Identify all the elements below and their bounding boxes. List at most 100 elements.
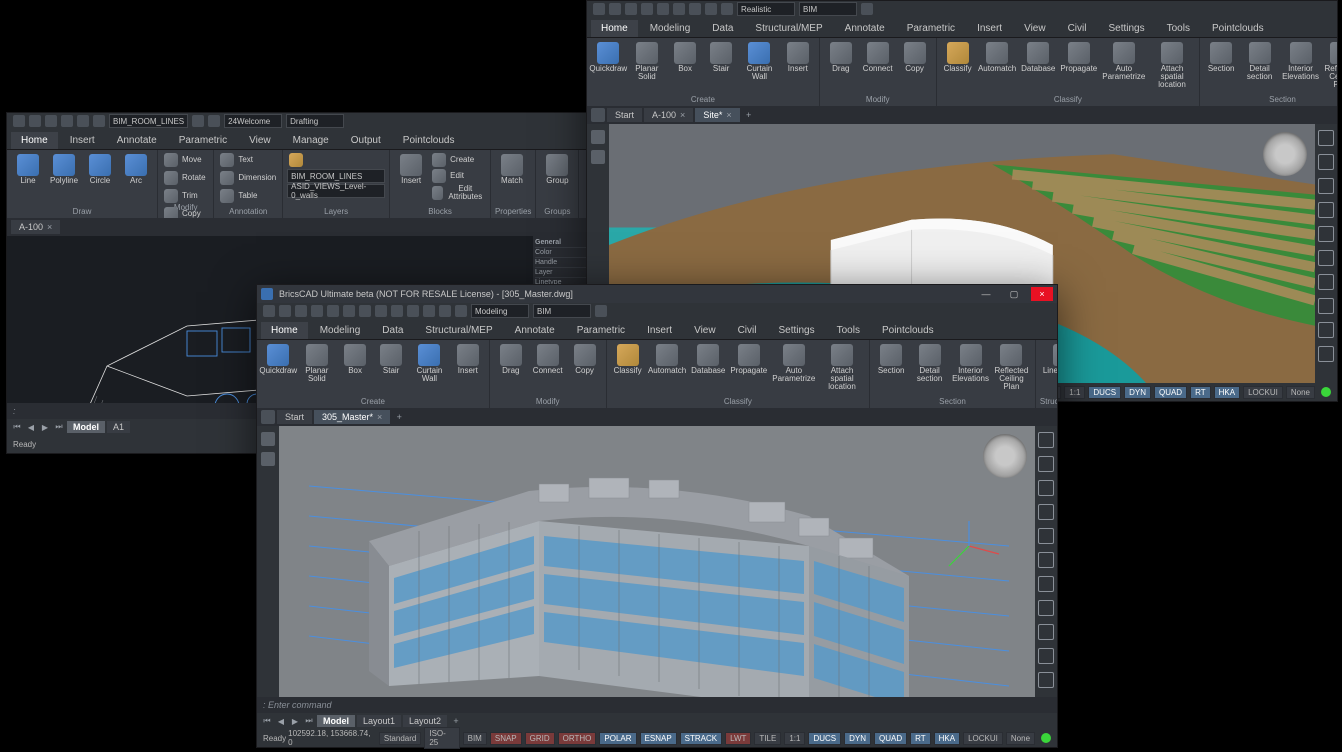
status-hka[interactable]: HKA	[1214, 386, 1240, 399]
qat-icon[interactable]	[375, 305, 387, 317]
status-ortho[interactable]: ORTHO	[558, 732, 597, 745]
command-line[interactable]: : Enter command	[257, 697, 1057, 713]
nav-next-icon[interactable]: ▶	[39, 421, 51, 433]
qat-app-combo[interactable]: 24Welcome	[224, 114, 282, 128]
tool-icon[interactable]	[1318, 346, 1334, 362]
qat-icon[interactable]	[93, 115, 105, 127]
status-grid[interactable]: GRID	[525, 732, 555, 745]
status-esnap[interactable]: ESNAP	[640, 732, 677, 745]
add-tab-icon[interactable]: +	[392, 410, 406, 424]
tab-home[interactable]: Home	[11, 132, 58, 149]
qat-icon[interactable]	[327, 305, 339, 317]
btn-drag[interactable]: Drag	[824, 40, 858, 75]
close-icon[interactable]: ×	[1031, 287, 1053, 301]
tab-data[interactable]: Data	[702, 20, 743, 37]
qat-icon[interactable]	[359, 305, 371, 317]
nav-last-icon[interactable]: ⏭	[53, 421, 65, 433]
btn-polyline[interactable]: Polyline	[47, 152, 81, 187]
qat-icon[interactable]	[705, 3, 717, 15]
tab-settings[interactable]: Settings	[768, 322, 824, 339]
btn-edit-attr[interactable]: Edit Attributes	[430, 184, 486, 202]
layout-tab-model[interactable]: Model	[67, 421, 105, 433]
workspace-combo[interactable]: Modeling	[471, 304, 529, 318]
qat-layer-combo[interactable]: BIM_ROOM_LINES	[109, 114, 188, 128]
layout-tab[interactable]: Layout1	[357, 715, 401, 727]
btn-table[interactable]: Table	[218, 188, 259, 204]
maximize-icon[interactable]: ▢	[1003, 287, 1025, 301]
qat-icon[interactable]	[263, 305, 275, 317]
status-strack[interactable]: STRACK	[680, 732, 722, 745]
tool-icon[interactable]	[1038, 576, 1054, 592]
qat-icon[interactable]	[689, 3, 701, 15]
btn-connect[interactable]: Connect	[860, 40, 896, 75]
status-quad[interactable]: QUAD	[1154, 386, 1187, 399]
qat-icon[interactable]	[657, 3, 669, 15]
btn-planar-solid[interactable]: Planar Solid	[628, 40, 667, 83]
nav-next-icon[interactable]: ▶	[289, 715, 301, 727]
btn-classify[interactable]: Classify	[941, 40, 975, 75]
status-lockui[interactable]: LOCKUI	[1243, 386, 1283, 399]
btn-stair[interactable]: Stair	[374, 342, 408, 377]
tab-view[interactable]: View	[684, 322, 726, 339]
btn-line[interactable]: Line	[11, 152, 45, 187]
tab-annotate[interactable]: Annotate	[505, 322, 565, 339]
btn-spatial-loc[interactable]: Attach spatial location	[819, 342, 865, 393]
add-tab-icon[interactable]: +	[742, 108, 756, 122]
tab-pointclouds[interactable]: Pointclouds	[393, 132, 465, 149]
close-icon[interactable]: ×	[47, 222, 52, 232]
btn-spatial-loc[interactable]: Attach spatial location	[1149, 40, 1195, 91]
qat-icon[interactable]	[439, 305, 451, 317]
status-none[interactable]: None	[1286, 386, 1315, 399]
minimize-icon[interactable]: —	[975, 287, 997, 301]
status-dyn[interactable]: DYN	[1124, 386, 1151, 399]
layout-tab[interactable]: A1	[107, 421, 130, 433]
status-ducs[interactable]: DUCS	[1088, 386, 1121, 399]
tab-insert[interactable]: Insert	[60, 132, 105, 149]
tool-icon[interactable]	[1318, 298, 1334, 314]
status-tile[interactable]: TILE	[754, 732, 781, 745]
status-dyn[interactable]: DYN	[844, 732, 871, 745]
btn-interior-elev[interactable]: Interior Elevations	[1281, 40, 1320, 83]
tool-icon[interactable]	[1318, 274, 1334, 290]
btn-box[interactable]: Box	[668, 40, 702, 75]
tab-tools[interactable]: Tools	[827, 322, 870, 339]
tool-icon[interactable]	[1038, 552, 1054, 568]
btn-database[interactable]: Database	[1020, 40, 1057, 75]
layer-combo2[interactable]: ASID_VIEWS_Level-0_walls	[287, 184, 385, 198]
nav-first-icon[interactable]: ⏮	[261, 715, 273, 727]
doc-tab-start[interactable]: Start	[607, 108, 642, 122]
btn-connect[interactable]: Connect	[530, 342, 566, 377]
btn-quickdraw[interactable]: Quickdraw	[261, 342, 296, 377]
tab-insert[interactable]: Insert	[967, 20, 1012, 37]
home-icon[interactable]	[261, 432, 275, 446]
btn-move[interactable]: Move	[162, 152, 204, 168]
btn-propagate[interactable]: Propagate	[1059, 40, 1099, 75]
visual-style-combo[interactable]: Realistic	[737, 2, 795, 16]
tab-pointclouds[interactable]: Pointclouds	[1202, 20, 1274, 37]
status-lockui[interactable]: LOCKUI	[963, 732, 1003, 745]
tab-data[interactable]: Data	[372, 322, 413, 339]
qat-icon[interactable]	[721, 3, 733, 15]
btn-section[interactable]: Section	[874, 342, 908, 377]
btn-auto-param[interactable]: Auto Parametrize	[1101, 40, 1147, 83]
btn-box[interactable]: Box	[338, 342, 372, 377]
qat-icon[interactable]	[861, 3, 873, 15]
doc-tab[interactable]: A-100×	[644, 108, 693, 122]
btn-insert[interactable]: Insert	[781, 40, 815, 75]
btn-curtain-wall[interactable]: Curtain Wall	[740, 40, 779, 83]
btn-interior-elev[interactable]: Interior Elevations	[951, 342, 990, 385]
btn-automatch[interactable]: Automatch	[977, 40, 1018, 75]
btn-rcp[interactable]: Reflected Ceiling Plan	[1322, 40, 1337, 91]
status-rt[interactable]: RT	[910, 732, 931, 745]
tab-civil[interactable]: Civil	[728, 322, 767, 339]
qat-icon[interactable]	[279, 305, 291, 317]
tab-pointclouds[interactable]: Pointclouds	[872, 322, 944, 339]
doc-tab-start[interactable]: Start	[277, 410, 312, 424]
qat-icon[interactable]	[311, 305, 323, 317]
btn-insert-block[interactable]: Insert	[394, 152, 428, 187]
btn-dimension[interactable]: Dimension	[218, 170, 278, 186]
qat-icon[interactable]	[208, 115, 220, 127]
lightbulb-icon[interactable]	[1038, 432, 1054, 448]
tab-modeling[interactable]: Modeling	[640, 20, 701, 37]
layers-icon[interactable]	[591, 150, 605, 164]
